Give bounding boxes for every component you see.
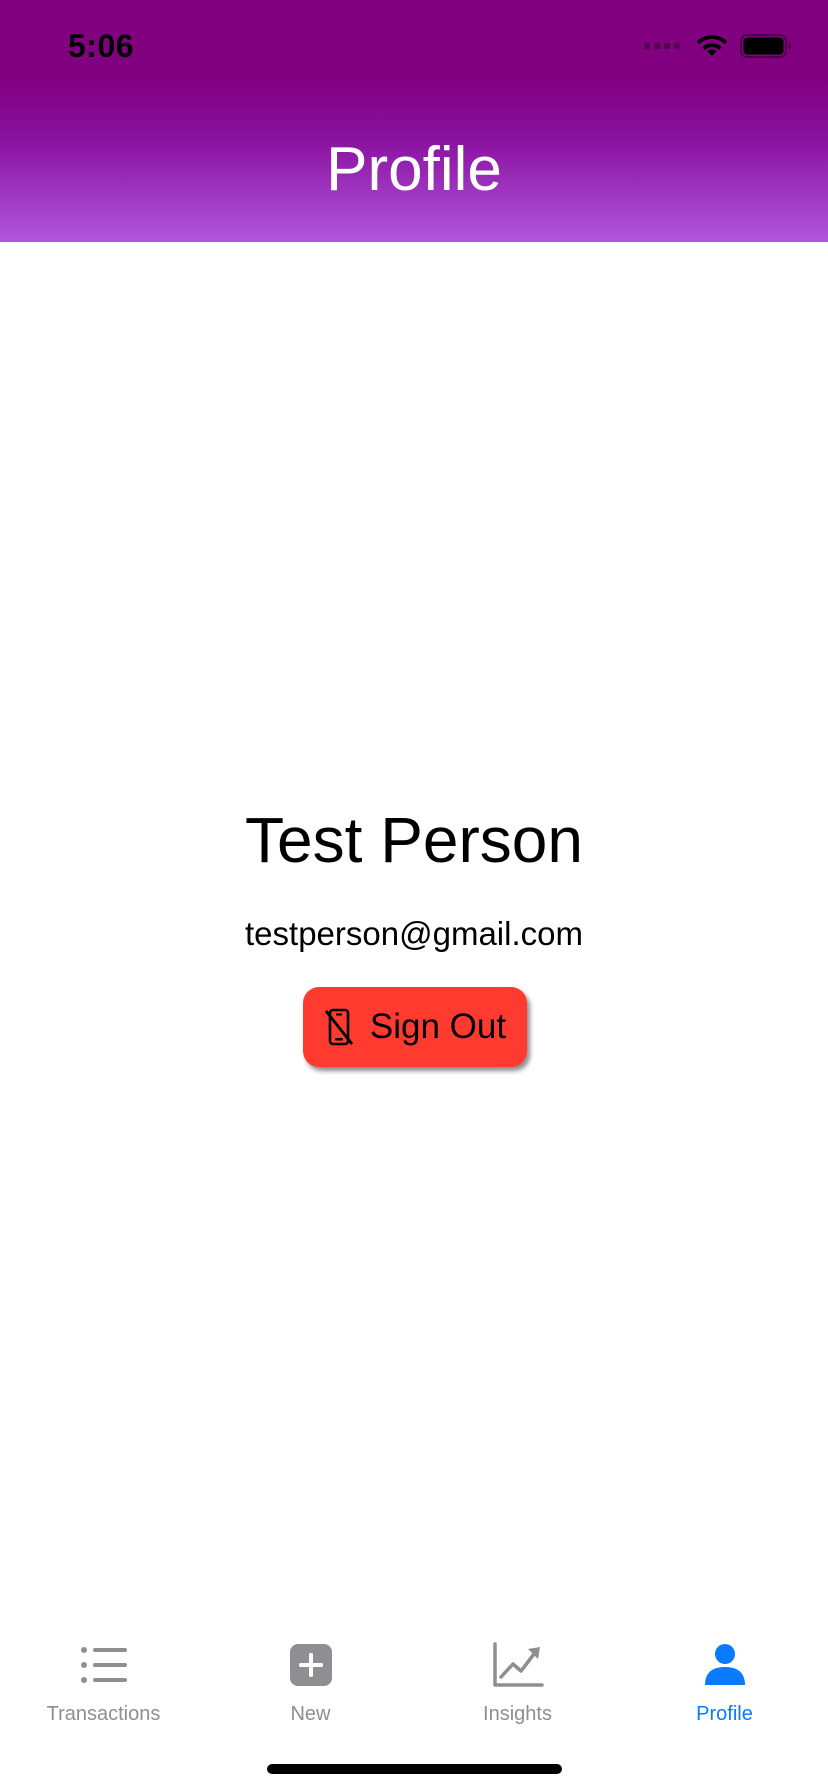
sign-out-label: Sign Out xyxy=(369,1007,507,1046)
person-icon xyxy=(695,1640,755,1690)
chart-line-icon xyxy=(488,1640,548,1690)
tab-insights[interactable]: Insights xyxy=(414,1620,621,1730)
status-bar: 5:06 xyxy=(0,0,828,100)
profile-screen: 5:06 Profile Test Person testperson@gmai… xyxy=(0,0,828,1792)
home-indicator xyxy=(267,1764,562,1774)
phone-slash-icon xyxy=(324,1008,353,1046)
wifi-icon xyxy=(696,35,728,56)
tab-label: Transactions xyxy=(46,1703,161,1725)
battery-icon xyxy=(740,34,791,58)
tab-bar: Transactions New Insights Profile xyxy=(0,1620,828,1730)
plus-square-icon xyxy=(281,1640,341,1690)
profile-email: testperson@gmail.com xyxy=(245,915,583,952)
tab-label: New xyxy=(290,1703,331,1725)
header: 5:06 Profile xyxy=(0,0,828,242)
status-icons xyxy=(644,34,792,58)
tab-transactions[interactable]: Transactions xyxy=(0,1620,207,1730)
tab-profile[interactable]: Profile xyxy=(621,1620,828,1730)
status-time: 5:06 xyxy=(68,28,135,64)
tab-label: Insights xyxy=(483,1703,552,1725)
page-title: Profile xyxy=(326,135,502,204)
profile-name: Test Person xyxy=(245,804,583,876)
tab-new[interactable]: New xyxy=(207,1620,414,1730)
list-icon xyxy=(74,1640,134,1690)
sign-out-button[interactable]: Sign Out xyxy=(303,987,527,1067)
tab-label: Profile xyxy=(696,1703,753,1725)
cellular-signal-icon xyxy=(644,43,680,49)
